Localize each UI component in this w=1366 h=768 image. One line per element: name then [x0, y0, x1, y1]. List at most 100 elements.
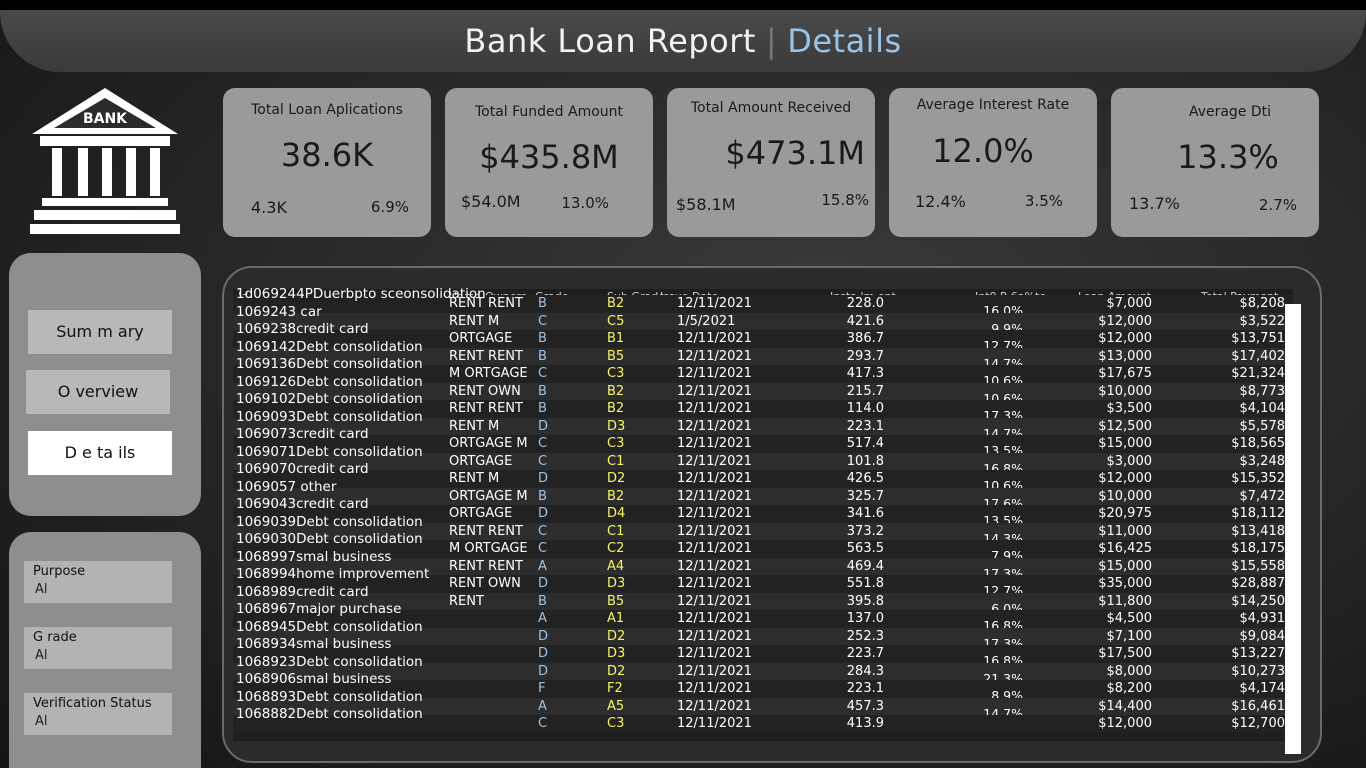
table-cell: 12/11/2021 — [677, 488, 752, 504]
table-cell: B — [538, 383, 547, 399]
id-purpose-cell: 1068997smal business — [236, 548, 392, 565]
table-cell: 426.5 — [846, 471, 884, 486]
table-cell: B — [538, 401, 547, 416]
nav-details-button[interactable]: D e ta ils — [28, 431, 172, 475]
table-cell: $7,100 — [1106, 628, 1153, 644]
id-purpose-cell: 1069043credit card — [236, 496, 369, 512]
kpi-title: Total Loan Aplications — [251, 102, 403, 118]
table-cell: 417.3 — [846, 366, 884, 381]
table-cell: B5 — [607, 593, 625, 609]
kpi-mom: 15.8% — [821, 191, 869, 209]
id-purpose-cell: 1069039Debt consolidation — [236, 513, 423, 530]
table-cell: $35,000 — [1098, 576, 1152, 591]
filter-value: Al — [35, 714, 48, 729]
id-purpose-cell: 1d069244PDuerbpto sceonsolidation — [236, 286, 486, 302]
table-cell: $9,084 — [1239, 628, 1286, 644]
table-cell: $13,000 — [1098, 348, 1152, 364]
table-cell: $8,773 — [1239, 383, 1286, 399]
table-cell: C — [538, 366, 548, 381]
table-cell: C — [538, 523, 548, 539]
verification-status-filter[interactable]: Verification Status Al — [24, 693, 172, 735]
kpi-mom: 3.5% — [1024, 192, 1063, 210]
table-cell: A5 — [607, 698, 625, 714]
table-cell: 137.0 — [846, 611, 884, 626]
table-cell: 12/11/2021 — [677, 506, 752, 521]
kpi-mtd: $54.0M — [461, 192, 521, 211]
bank-logo-icon: BANK — [30, 88, 180, 234]
id-purpose-cell: 1068882Debt consolidation — [236, 706, 423, 722]
kpi-card-interest-rate: Average Interest Rate 12.0% 12.4% 3.5% — [889, 88, 1097, 237]
table-cell: $10,273 — [1231, 663, 1285, 679]
table-cell: $12,700 — [1231, 716, 1285, 731]
table-cell: B — [538, 488, 547, 504]
kpi-value: $473.1M — [725, 134, 865, 172]
table-cell: 114.0 — [846, 401, 884, 416]
table-cell: $28,887 — [1231, 576, 1285, 591]
table-cell: $17,500 — [1098, 646, 1152, 661]
nav-summary-button[interactable]: Sum m ary — [28, 310, 172, 354]
table-cell: $10,000 — [1098, 383, 1152, 399]
table-cell: $14,400 — [1098, 698, 1152, 714]
table-cell: C — [538, 436, 548, 451]
table-cell: B2 — [607, 488, 625, 504]
table-cell: C — [538, 541, 548, 556]
id-purpose-cell: 1068934smal business — [236, 636, 392, 652]
table-cell: D3 — [607, 418, 626, 434]
table-cell: $18,565 — [1231, 436, 1285, 451]
table-cell: $15,000 — [1098, 558, 1152, 574]
table-cell: 551.8 — [846, 576, 884, 591]
table-cell: 284.3 — [846, 663, 884, 679]
kpi-mtd: 12.4% — [915, 192, 966, 211]
table-cell: B2 — [607, 296, 625, 311]
table-cell: 12/11/2021 — [677, 418, 752, 434]
table-cell: 12/11/2021 — [677, 471, 752, 486]
kpi-title: Average Interest Rate — [916, 97, 1070, 113]
kpi-mom: 2.7% — [1258, 196, 1297, 214]
purpose-filter[interactable]: Purpose Al — [24, 561, 172, 603]
table-cell: A4 — [607, 558, 625, 574]
table-cell: 517.4 — [846, 436, 884, 451]
table-cell: $13,227 — [1231, 646, 1285, 661]
id-purpose-cell: 1069093Debt consolidation — [236, 408, 423, 425]
table-cell: B — [538, 348, 547, 364]
table-cell: $13,751 — [1231, 331, 1285, 346]
table-cell: 395.8 — [846, 593, 884, 609]
table-cell: 325.7 — [846, 488, 884, 504]
kpi-value: 12.0% — [932, 132, 1034, 170]
table-cell: C5 — [607, 313, 625, 329]
table-scrollbar[interactable] — [1285, 304, 1301, 754]
table-cell: D — [538, 471, 549, 486]
table-cell: B — [538, 296, 547, 311]
table-cell: C2 — [607, 541, 625, 556]
filter-label: Verification Status — [33, 696, 152, 711]
table-cell: D4 — [607, 506, 626, 521]
id-purpose-cell: 1068945Debt consolidation — [236, 618, 423, 635]
table-cell: D2 — [607, 628, 626, 644]
kpi-card-funded-amount: Total Funded Amount $435.8M $54.0M 13.0% — [445, 88, 653, 237]
logo-text: BANK — [83, 111, 128, 127]
table-cell: 12/11/2021 — [677, 646, 752, 661]
table-cell: 12/11/2021 — [677, 296, 752, 311]
grade-filter[interactable]: G rade Al — [24, 627, 172, 669]
table-cell: $13,418 — [1231, 523, 1285, 539]
nav-overview-button[interactable]: O verview — [26, 370, 170, 414]
table-cell: 421.6 — [846, 313, 884, 329]
table-cell: C3 — [607, 436, 625, 451]
id-purpose-cell: 1069102Debt consolidation — [236, 391, 423, 407]
table-cell: 252.3 — [846, 628, 884, 644]
table-cell: $8,208 — [1239, 296, 1286, 311]
table-cell: $12,000 — [1098, 716, 1152, 731]
id-purpose-cell: 1068967major purchase — [236, 601, 402, 617]
table-cell: B1 — [607, 331, 625, 346]
table-cell: B2 — [607, 401, 625, 416]
filter-label: Purpose — [33, 564, 86, 579]
table-cell: $12,000 — [1098, 471, 1152, 486]
table-cell: 223.1 — [846, 418, 884, 434]
table-cell: 12/11/2021 — [677, 366, 752, 381]
id-purpose-cell: 1069136Debt consolidation — [236, 356, 423, 372]
table-cell: 469.4 — [846, 558, 884, 574]
table-cell: 12/11/2021 — [677, 453, 752, 469]
table-cell: A — [538, 611, 547, 626]
table-cell: 12/11/2021 — [677, 716, 752, 731]
table-cell: 12/11/2021 — [677, 663, 752, 679]
